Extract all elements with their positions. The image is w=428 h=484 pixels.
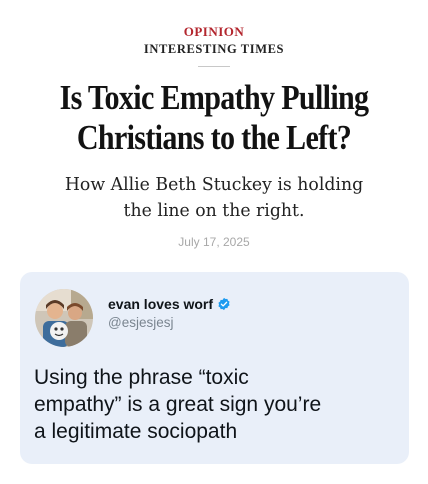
section-label[interactable]: OPINION (0, 24, 428, 40)
headline-line-1: Is Toxic Empathy Pulling (59, 78, 370, 117)
dek-line-1: How Allie Beth Stuckey is holding (64, 174, 364, 195)
article-header: OPINION INTERESTING TIMES Is Toxic Empat… (0, 0, 428, 258)
headline-line-2: Christians to the Left? (76, 118, 352, 157)
header-divider (198, 66, 230, 67)
tweet-line-3: a legitimate sociopath (34, 420, 238, 443)
avatar-photo-icon (35, 289, 93, 347)
display-name: evan loves worf (108, 296, 214, 312)
column-label[interactable]: INTERESTING TIMES (0, 42, 428, 57)
article-dek: How Allie Beth Stuckey is holding the li… (28, 172, 400, 224)
tweet-author[interactable]: evan loves worf (108, 296, 231, 312)
verified-badge-icon (218, 297, 230, 311)
dek-line-2: the line on the right. (123, 200, 305, 221)
embedded-tweet[interactable]: evan loves worf @esjesjesj Using the phr… (20, 272, 409, 464)
tweet-handle[interactable]: @esjesjesj (108, 315, 173, 330)
avatar[interactable] (35, 289, 93, 347)
tweet-text: Using the phrase “toxic empathy” is a gr… (34, 364, 406, 445)
tweet-line-2: empathy” is a great sign you’re (34, 393, 322, 416)
article-headline: Is Toxic Empathy Pulling Christians to t… (47, 78, 381, 158)
publish-date: July 17, 2025 (178, 235, 250, 249)
tweet-line-1: Using the phrase “toxic (34, 366, 249, 389)
